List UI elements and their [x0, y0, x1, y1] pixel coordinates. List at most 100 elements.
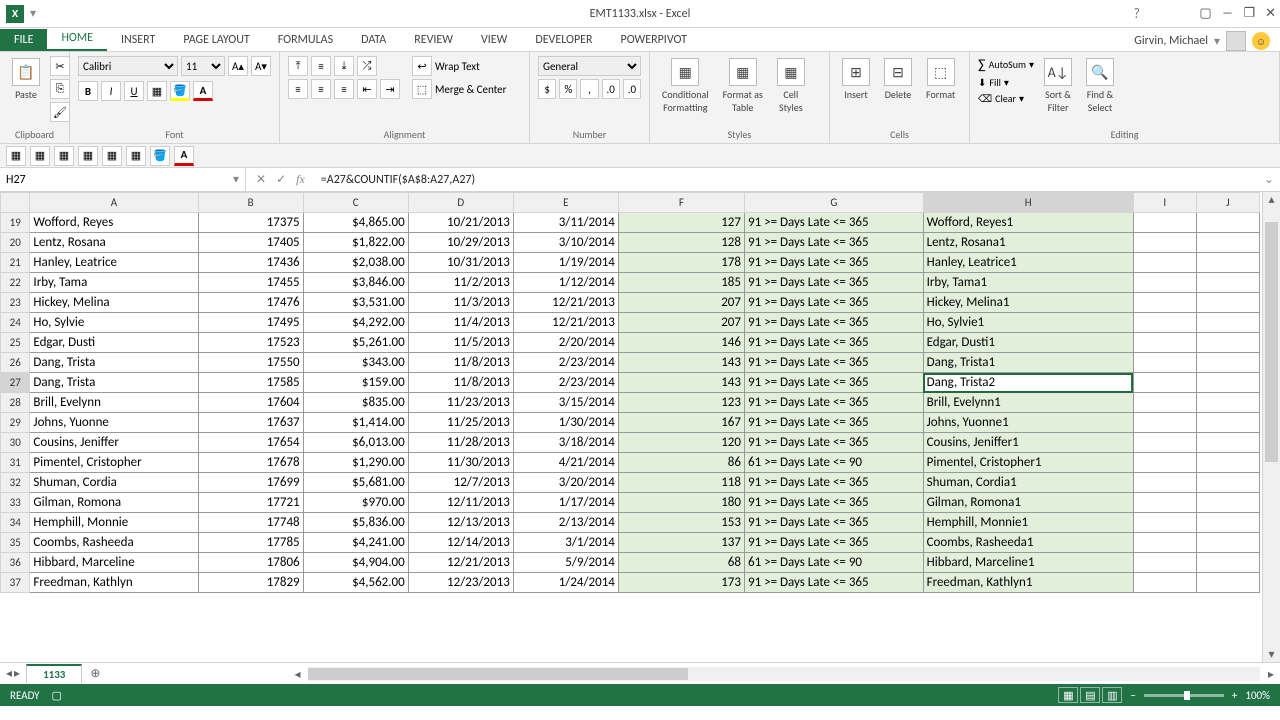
row-header-36[interactable]: 36	[1, 553, 30, 573]
page-layout-view-button[interactable]: ▤	[1080, 687, 1100, 703]
cell-E34[interactable]: 2/13/2014	[513, 513, 618, 533]
cell-D20[interactable]: 10/29/2013	[408, 233, 513, 253]
row-header-37[interactable]: 37	[1, 573, 30, 593]
cell-E33[interactable]: 1/17/2014	[513, 493, 618, 513]
cell-A21[interactable]: Hanley, Leatrice	[30, 253, 198, 273]
macro-record-icon[interactable]: ▢	[52, 689, 62, 702]
cancel-formula-icon[interactable]: ✕	[256, 172, 266, 187]
zoom-in-button[interactable]: +	[1232, 689, 1237, 702]
enter-formula-icon[interactable]: ✓	[276, 172, 286, 187]
wrap-text-button[interactable]: ↩Wrap Text	[412, 56, 507, 76]
insert-button[interactable]: ⊞Insert	[838, 56, 874, 103]
cell-H25[interactable]: Edgar, Dusti1	[923, 333, 1133, 353]
qat-btn-1[interactable]: ▦	[6, 146, 26, 166]
cell-J25[interactable]	[1196, 333, 1259, 353]
cell-E30[interactable]: 3/18/2014	[513, 433, 618, 453]
bold-button[interactable]: B	[78, 81, 98, 101]
cell-H21[interactable]: Hanley, Leatrice1	[923, 253, 1133, 273]
cell-F34[interactable]: 153	[618, 513, 744, 533]
feedback-icon[interactable]: ☺	[1252, 32, 1270, 50]
cell-E23[interactable]: 12/21/2013	[513, 293, 618, 313]
tab-developer[interactable]: DEVELOPER	[521, 29, 606, 51]
cell-F19[interactable]: 127	[618, 213, 744, 233]
ribbon-display-icon[interactable]: ▢	[1199, 6, 1211, 21]
row-header-33[interactable]: 33	[1, 493, 30, 513]
cell-A29[interactable]: Johns, Yuonne	[30, 413, 198, 433]
percent-button[interactable]: %	[559, 79, 577, 99]
cell-I27[interactable]	[1133, 373, 1196, 393]
cell-G36[interactable]: 61 >= Days Late <= 90	[744, 553, 923, 573]
cell-G35[interactable]: 91 >= Days Late <= 365	[744, 533, 923, 553]
qat-btn-3[interactable]: ▦	[54, 146, 74, 166]
cell-E19[interactable]: 3/11/2014	[513, 213, 618, 233]
cell-B30[interactable]: 17654	[198, 433, 303, 453]
fill-button[interactable]: ⬇Fill▾	[978, 76, 1034, 89]
find-select-button[interactable]: 🔍Find & Select	[1082, 56, 1118, 116]
cell-B36[interactable]: 17806	[198, 553, 303, 573]
cell-C34[interactable]: $5,836.00	[303, 513, 408, 533]
cell-G24[interactable]: 91 >= Days Late <= 365	[744, 313, 923, 333]
borders-button[interactable]: ▦	[147, 81, 167, 101]
decrease-indent-button[interactable]: ⇤	[357, 79, 377, 99]
cell-G27[interactable]: 91 >= Days Late <= 365	[744, 373, 923, 393]
cell-G20[interactable]: 91 >= Days Late <= 365	[744, 233, 923, 253]
cell-H35[interactable]: Coombs, Rasheeda1	[923, 533, 1133, 553]
cell-D30[interactable]: 11/28/2013	[408, 433, 513, 453]
cell-F24[interactable]: 207	[618, 313, 744, 333]
cell-G34[interactable]: 91 >= Days Late <= 365	[744, 513, 923, 533]
cell-J36[interactable]	[1196, 553, 1259, 573]
cell-H19[interactable]: Wofford, Reyes1	[923, 213, 1133, 233]
tab-powerpivot[interactable]: POWERPIVOT	[607, 29, 701, 51]
cell-A24[interactable]: Ho, Sylvie	[30, 313, 198, 333]
cell-D28[interactable]: 11/23/2013	[408, 393, 513, 413]
cell-B35[interactable]: 17785	[198, 533, 303, 553]
cell-F28[interactable]: 123	[618, 393, 744, 413]
cell-G22[interactable]: 91 >= Days Late <= 365	[744, 273, 923, 293]
format-painter-button[interactable]: 🖌	[50, 102, 70, 122]
cell-I21[interactable]	[1133, 253, 1196, 273]
cell-J26[interactable]	[1196, 353, 1259, 373]
cell-J29[interactable]	[1196, 413, 1259, 433]
account-name[interactable]: Girvin, Michael	[1134, 34, 1208, 48]
cell-E26[interactable]: 2/23/2014	[513, 353, 618, 373]
sort-filter-button[interactable]: A↓Sort & Filter	[1040, 56, 1076, 116]
cell-C19[interactable]: $4,865.00	[303, 213, 408, 233]
cell-C26[interactable]: $343.00	[303, 353, 408, 373]
cell-B24[interactable]: 17495	[198, 313, 303, 333]
cell-C21[interactable]: $2,038.00	[303, 253, 408, 273]
cell-I22[interactable]	[1133, 273, 1196, 293]
cell-C28[interactable]: $835.00	[303, 393, 408, 413]
cell-F31[interactable]: 86	[618, 453, 744, 473]
cell-A27[interactable]: Dang, Trista	[30, 373, 198, 393]
cell-J33[interactable]	[1196, 493, 1259, 513]
cell-C24[interactable]: $4,292.00	[303, 313, 408, 333]
cell-C37[interactable]: $4,562.00	[303, 573, 408, 593]
row-header-35[interactable]: 35	[1, 533, 30, 553]
worksheet-grid[interactable]: ABCDEFGHIJ19Wofford, Reyes17375$4,865.00…	[0, 192, 1280, 662]
row-header-25[interactable]: 25	[1, 333, 30, 353]
cell-H24[interactable]: Ho, Sylvie1	[923, 313, 1133, 333]
cell-H31[interactable]: Pimentel, Cristopher1	[923, 453, 1133, 473]
qat-btn-6[interactable]: ▦	[126, 146, 146, 166]
cell-H29[interactable]: Johns, Yuonne1	[923, 413, 1133, 433]
tab-insert[interactable]: INSERT	[107, 29, 169, 51]
cell-J21[interactable]	[1196, 253, 1259, 273]
cell-G30[interactable]: 91 >= Days Late <= 365	[744, 433, 923, 453]
clear-button[interactable]: ⌫Clear▾	[978, 92, 1034, 105]
cell-B21[interactable]: 17436	[198, 253, 303, 273]
col-header-C[interactable]: C	[303, 193, 408, 213]
normal-view-button[interactable]: ▦	[1058, 687, 1078, 703]
currency-button[interactable]: $	[538, 79, 556, 99]
tab-home[interactable]: HOME	[47, 27, 107, 51]
font-size-select[interactable]: 11	[181, 56, 225, 76]
cell-C32[interactable]: $5,681.00	[303, 473, 408, 493]
sheet-tab-1133[interactable]: 1133	[26, 664, 82, 683]
cell-J22[interactable]	[1196, 273, 1259, 293]
cell-G26[interactable]: 91 >= Days Late <= 365	[744, 353, 923, 373]
delete-button[interactable]: ⊟Delete	[880, 56, 916, 103]
cell-I32[interactable]	[1133, 473, 1196, 493]
align-left-button[interactable]: ≡	[288, 79, 308, 99]
row-header-24[interactable]: 24	[1, 313, 30, 333]
cell-B29[interactable]: 17637	[198, 413, 303, 433]
row-header-32[interactable]: 32	[1, 473, 30, 493]
